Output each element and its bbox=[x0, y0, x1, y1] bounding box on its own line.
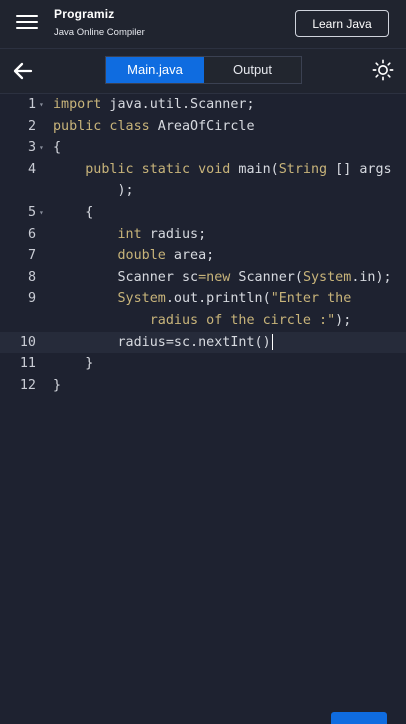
code-token: Scanner sc bbox=[53, 269, 199, 285]
code-keyword: =new bbox=[198, 269, 231, 285]
line-number: 12 bbox=[19, 377, 36, 393]
code-text: System.out.println("Enter the bbox=[53, 288, 351, 309]
code-token: AreaOfCircle bbox=[149, 118, 255, 134]
file-tabs: Main.java Output bbox=[105, 56, 302, 84]
code-text: int radius; bbox=[53, 224, 206, 245]
code-line: 1 ▾ import java.util.Scanner; bbox=[0, 94, 406, 115]
code-text: public class AreaOfCircle bbox=[53, 116, 255, 137]
code-text: public static void main(String [] args bbox=[53, 159, 392, 180]
code-line-current: 10 radius=sc.nextInt() bbox=[0, 331, 406, 353]
code-token: Scanner( bbox=[230, 269, 303, 285]
code-line: 7 double area; bbox=[0, 245, 406, 266]
code-type: System bbox=[53, 291, 166, 307]
code-editor[interactable]: 1 ▾ import java.util.Scanner; 2 public c… bbox=[0, 94, 406, 720]
code-text: import java.util.Scanner; bbox=[53, 94, 255, 115]
line-number: 7 bbox=[27, 248, 36, 264]
line-number: 6 bbox=[27, 226, 36, 242]
app-header: Programiz Java Online Compiler Learn Jav… bbox=[0, 0, 406, 49]
code-string: radius of the circle :" bbox=[53, 313, 336, 328]
fold-caret-icon[interactable]: ▾ bbox=[39, 94, 44, 115]
code-keyword: import bbox=[53, 97, 102, 112]
code-line-wrap: radius of the circle :"); bbox=[0, 310, 406, 331]
line-number: 11 bbox=[19, 356, 36, 372]
code-token: area; bbox=[165, 248, 215, 264]
code-token: radius=sc.nextInt() bbox=[53, 334, 271, 350]
line-number: 3 bbox=[27, 140, 36, 156]
line-number: 2 bbox=[27, 118, 36, 134]
code-text: radius of the circle :"); bbox=[53, 310, 352, 331]
line-number: 10 bbox=[19, 334, 36, 350]
code-keyword: public class bbox=[53, 118, 150, 134]
code-keyword: int bbox=[53, 226, 142, 242]
editor-toolbar: Main.java Output bbox=[0, 49, 406, 94]
code-line: 6 int radius; bbox=[0, 224, 406, 245]
fold-caret-icon[interactable]: ▾ bbox=[39, 137, 44, 158]
line-number: 1 bbox=[27, 97, 36, 112]
brand-subtitle: Java Online Compiler bbox=[54, 27, 145, 38]
brand-logo: Programiz bbox=[54, 7, 115, 21]
code-text: } bbox=[53, 356, 94, 372]
hamburger-menu-icon[interactable] bbox=[16, 13, 38, 31]
code-line: 11 } bbox=[0, 353, 406, 374]
code-line: 12 } bbox=[0, 375, 406, 396]
line-number: 9 bbox=[27, 291, 36, 307]
line-number: 8 bbox=[27, 269, 36, 285]
code-line: 4 public static void main(String [] args bbox=[0, 159, 406, 180]
line-number: 5 bbox=[27, 205, 36, 220]
code-token: [] args bbox=[327, 161, 392, 177]
code-line: 5 ▾ { bbox=[0, 202, 406, 223]
line-number: 4 bbox=[27, 161, 36, 177]
code-token: java.util.Scanner; bbox=[101, 97, 255, 112]
code-string: "Enter the bbox=[270, 291, 352, 307]
code-text: { bbox=[53, 140, 62, 156]
code-line: 3 ▾ { bbox=[0, 137, 406, 158]
code-line: 2 public class AreaOfCircle bbox=[0, 116, 406, 137]
code-token: .in); bbox=[351, 269, 392, 285]
code-text: } bbox=[53, 377, 62, 393]
fold-caret-icon[interactable]: ▾ bbox=[39, 202, 44, 223]
code-token: radius; bbox=[141, 226, 207, 242]
code-line-wrap: ); bbox=[0, 180, 406, 201]
code-type: String bbox=[278, 161, 328, 177]
learn-java-button[interactable]: Learn Java bbox=[295, 10, 389, 37]
code-line: 8 Scanner sc=new Scanner(System.in); bbox=[0, 267, 406, 288]
code-token: .out.println( bbox=[165, 291, 271, 307]
text-cursor bbox=[271, 333, 274, 350]
brand[interactable]: Programiz Java Online Compiler bbox=[54, 7, 145, 38]
code-text: double area; bbox=[53, 245, 214, 266]
run-button[interactable] bbox=[331, 712, 387, 724]
code-line: 9 System.out.println("Enter the bbox=[0, 288, 406, 309]
code-keyword: public static void bbox=[53, 161, 231, 177]
code-token: ); bbox=[335, 313, 352, 328]
code-text: Scanner sc=new Scanner(System.in); bbox=[53, 267, 392, 288]
code-token: main( bbox=[230, 161, 279, 177]
tab-output[interactable]: Output bbox=[204, 57, 301, 83]
code-text: ); bbox=[53, 183, 134, 199]
arrow-left-icon[interactable] bbox=[11, 59, 35, 83]
code-text: { bbox=[53, 205, 94, 220]
tab-main-java[interactable]: Main.java bbox=[106, 57, 204, 83]
code-keyword: double bbox=[53, 248, 166, 264]
sun-icon[interactable] bbox=[372, 59, 394, 81]
code-type: System bbox=[302, 269, 352, 285]
code-text: radius=sc.nextInt() bbox=[53, 332, 274, 353]
